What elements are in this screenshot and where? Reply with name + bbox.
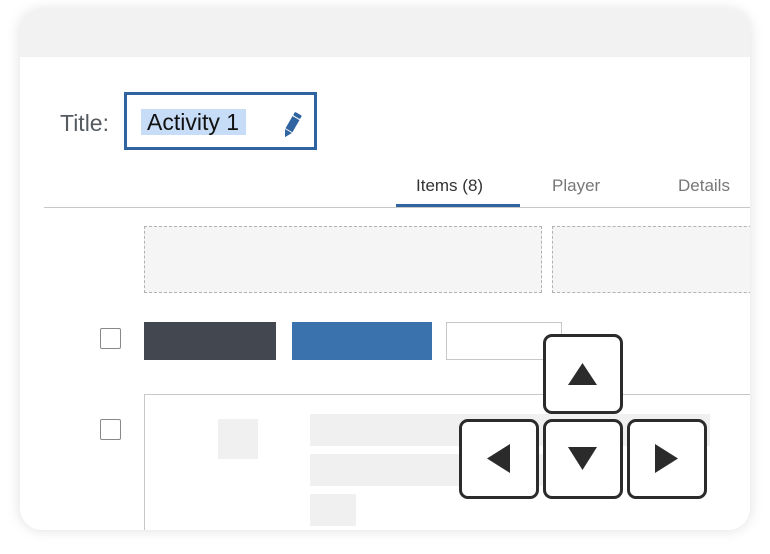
arrow-down-icon: [568, 447, 597, 470]
dark-action-button[interactable]: [144, 322, 276, 360]
item-thumbnail-placeholder: [218, 419, 258, 459]
title-input-value[interactable]: Activity 1: [141, 109, 247, 135]
arrow-right-key[interactable]: [627, 419, 707, 499]
top-bar: [20, 10, 750, 57]
tab-items[interactable]: Items (8): [416, 176, 483, 196]
arrow-down-key[interactable]: [543, 419, 623, 499]
select-all-checkbox[interactable]: [100, 328, 121, 349]
arrow-up-key[interactable]: [543, 334, 623, 414]
title-label: Title:: [60, 110, 109, 136]
tab-details[interactable]: Details: [678, 176, 730, 196]
drop-zone-right[interactable]: [552, 226, 750, 293]
blue-action-button[interactable]: [292, 322, 432, 360]
pencil-icon[interactable]: [280, 110, 304, 140]
tabs-divider: [44, 207, 750, 208]
item-checkbox[interactable]: [100, 419, 121, 440]
drop-zone-left[interactable]: [144, 226, 542, 293]
arrow-right-icon: [655, 444, 678, 473]
title-field[interactable]: Activity 1: [124, 92, 317, 150]
item-text-placeholder-3: [310, 494, 356, 526]
arrow-left-key[interactable]: [459, 419, 539, 499]
arrow-left-icon: [487, 444, 510, 473]
arrow-up-icon: [568, 363, 597, 385]
tab-player[interactable]: Player: [552, 176, 600, 196]
